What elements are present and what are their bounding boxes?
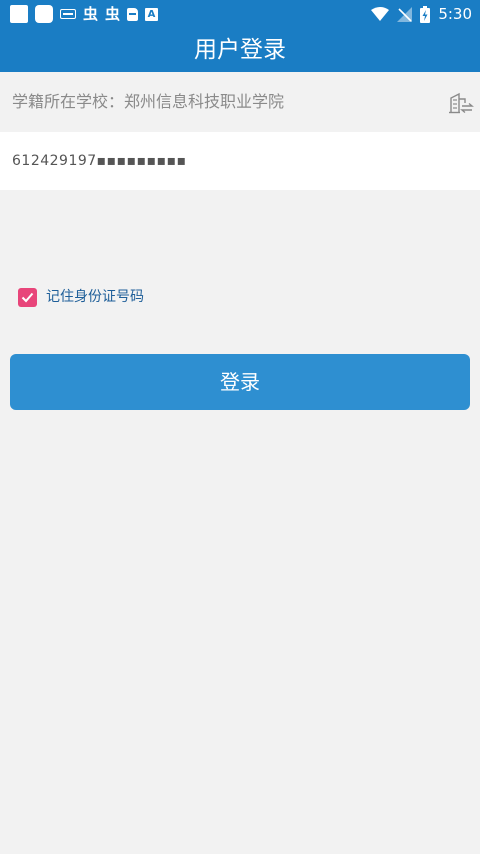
sd-card-icon <box>127 7 139 21</box>
remember-label: 记住身份证号码 <box>46 289 144 305</box>
app-bar: 用户登录 <box>0 28 480 72</box>
id-number-row <box>0 132 480 190</box>
school-field: 学籍所在学校：郑州信息科技职业学院 <box>12 72 284 132</box>
keyboard-icon <box>60 9 76 19</box>
font-a-icon: A <box>145 7 159 21</box>
app-square-icon <box>10 5 28 23</box>
checkmark-icon <box>21 292 34 302</box>
no-signal-icon <box>397 6 413 22</box>
bug-icon: 虫 <box>83 5 99 23</box>
remember-id-option[interactable]: 记住身份证号码 <box>18 287 144 307</box>
status-bar-notification-icons: 虫 虫 A <box>10 4 159 24</box>
school-value: 郑州信息科技职业学院 <box>124 92 285 111</box>
school-label: 学籍所在学校： <box>12 92 125 111</box>
status-time: 5:30 <box>438 5 472 23</box>
school-switch-icon[interactable] <box>448 90 474 116</box>
app-rounded-icon <box>35 5 53 23</box>
login-button[interactable]: 登录 <box>10 354 470 410</box>
remember-checkbox[interactable] <box>18 287 37 307</box>
school-selector[interactable]: 学籍所在学校：郑州信息科技职业学院 <box>0 72 480 132</box>
bug-icon: 虫 <box>105 5 121 23</box>
page-title: 用户登录 <box>194 37 286 63</box>
battery-charging-icon <box>420 5 431 23</box>
status-bar-system-icons: 5:30 <box>371 4 472 24</box>
wifi-icon <box>371 7 390 21</box>
id-number-input[interactable] <box>0 132 480 190</box>
status-bar: 虫 虫 A 5:30 <box>0 0 480 28</box>
